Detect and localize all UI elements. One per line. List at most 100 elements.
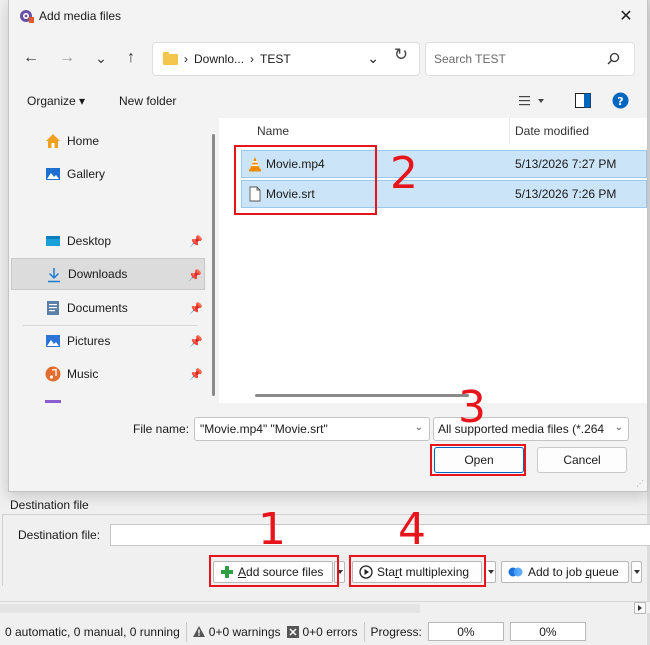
scroll-right-button[interactable] <box>634 602 646 614</box>
pin-icon[interactable]: 📌 <box>188 269 202 282</box>
address-dropdown-icon[interactable]: ⌄ <box>367 50 379 67</box>
view-options-icon[interactable] <box>519 96 545 106</box>
column-header-name[interactable]: Name <box>257 124 289 138</box>
column-separator[interactable] <box>509 118 510 144</box>
sidebar-item-label: Home <box>67 134 100 148</box>
sidebar-item-label: Music <box>67 367 99 381</box>
back-button[interactable]: ← <box>21 48 41 68</box>
breadcrumb-separator: › <box>250 52 255 66</box>
file-list-scrollbar[interactable] <box>255 394 469 397</box>
pin-icon[interactable]: 📌 <box>189 302 203 315</box>
close-icon: ✕ <box>619 8 633 25</box>
music-icon <box>45 366 61 382</box>
refresh-button[interactable]: ↻ <box>391 45 411 65</box>
close-button[interactable]: ✕ <box>615 5 637 27</box>
annotation-number-2: 2 <box>390 148 418 199</box>
file-name-input[interactable]: "Movie.mp4" "Movie.srt" ⌄ <box>194 417 430 441</box>
home-icon <box>46 134 60 148</box>
warnings-count: 0+0 warnings <box>208 624 281 639</box>
sidebar-item-music[interactable]: Music 📌 <box>11 358 205 390</box>
back-arrow-icon: ← <box>23 49 39 66</box>
pin-icon[interactable]: 📌 <box>189 235 203 248</box>
chevron-down-icon: ⌄ <box>95 49 107 66</box>
pictures-icon <box>46 335 60 347</box>
forward-arrow-icon: → <box>59 49 75 66</box>
cancel-button[interactable]: Cancel <box>537 447 627 473</box>
progress-label: Progress: <box>370 624 422 639</box>
folder-icon <box>163 51 178 65</box>
address-bar[interactable]: › Downlo... › TEST ⌄ <box>152 42 420 76</box>
file-date: 5/13/2026 7:27 PM <box>515 157 617 171</box>
mkvtoolnix-app-icon <box>20 10 34 23</box>
chevron-right-icon <box>638 605 642 611</box>
desktop-icon <box>46 236 60 246</box>
help-icon[interactable]: ? <box>612 92 629 109</box>
videos-icon <box>45 400 61 403</box>
annotation-box-add-source-files <box>209 555 339 587</box>
errors-count: 0+0 errors <box>302 624 358 639</box>
navigation-row: ← → ⌄ ↑ › Downlo... › TEST ⌄ ↻ Search TE… <box>9 38 647 78</box>
annotation-number-3: 3 <box>458 382 486 433</box>
refresh-icon: ↻ <box>393 45 409 64</box>
chevron-down-icon <box>487 570 494 574</box>
annotation-box-selected-files <box>234 145 377 215</box>
file-date: 5/13/2026 7:26 PM <box>515 187 617 201</box>
warning-icon <box>192 626 205 637</box>
pin-icon[interactable]: 📌 <box>189 368 203 381</box>
sidebar-item-label: Documents <box>67 301 128 315</box>
destination-group-title: Destination file <box>10 498 91 512</box>
scrollbar-thumb[interactable] <box>0 604 420 613</box>
sidebar-item-label: Gallery <box>67 167 106 181</box>
sidebar-item-gallery[interactable]: Gallery <box>11 158 205 190</box>
svg-text:?: ? <box>617 95 623 108</box>
sidebar-item-downloads[interactable]: Downloads 📌 <box>11 258 205 290</box>
sidebar-item-desktop[interactable]: Desktop 📌 <box>11 225 205 257</box>
organize-menu[interactable]: Organize ▾ <box>27 94 85 108</box>
chevron-down-icon[interactable]: ⌄ <box>614 422 623 433</box>
breadcrumb-test[interactable]: TEST <box>260 52 291 66</box>
dialog-title: Add media files <box>39 9 122 23</box>
recent-locations-button[interactable]: ⌄ <box>91 48 111 68</box>
start-multiplexing-dropdown[interactable] <box>485 561 496 583</box>
status-divider <box>363 621 365 642</box>
sidebar-item-label: Desktop <box>67 234 112 248</box>
up-button[interactable]: ↑ <box>121 48 141 68</box>
total-progress: 0% <box>509 622 586 641</box>
horizontal-scrollbar[interactable] <box>0 601 650 614</box>
navigation-pane: Home Gallery Desktop 📌 Downloads 📌 Docum… <box>11 118 211 403</box>
file-name-label: File name: <box>133 422 190 436</box>
gallery-icon <box>46 168 60 180</box>
destination-group-border-left <box>2 514 3 586</box>
add-to-job-queue-dropdown[interactable] <box>631 561 642 583</box>
annotation-box-open-button <box>430 444 526 476</box>
preview-pane-icon[interactable] <box>575 93 591 108</box>
file-name-value: "Movie.mp4" "Movie.srt" <box>200 422 328 436</box>
status-divider <box>185 621 187 642</box>
documents-icon <box>47 301 59 315</box>
add-media-files-dialog: Add media files ✕ ← → ⌄ ↑ › Downlo... › … <box>8 0 648 492</box>
search-box[interactable]: Search TEST <box>425 42 635 76</box>
chevron-down-icon <box>633 570 640 574</box>
navigation-pane-scrollbar[interactable] <box>212 134 215 396</box>
sidebar-item-label: Pictures <box>67 334 111 348</box>
up-arrow-icon: ↑ <box>127 49 135 66</box>
current-progress: 0% <box>427 622 504 641</box>
column-header-date-modified[interactable]: Date modified <box>515 124 589 138</box>
status-bar: 0 automatic, 0 manual, 0 running 0+0 war… <box>0 618 650 645</box>
breadcrumb-separator: › <box>184 52 188 66</box>
sidebar-item-pictures[interactable]: Pictures 📌 <box>11 325 205 357</box>
new-folder-button[interactable]: New folder <box>119 94 176 108</box>
destination-file-input[interactable] <box>110 524 650 546</box>
sidebar-item-home[interactable]: Home <box>11 125 205 157</box>
download-icon <box>48 268 60 283</box>
breadcrumb-downloads[interactable]: Downlo... <box>194 52 244 66</box>
error-icon <box>286 625 299 638</box>
command-bar: Organize ▾ New folder ? <box>9 89 647 113</box>
sidebar-item-documents[interactable]: Documents 📌 <box>11 292 205 324</box>
annotation-number-4: 4 <box>398 504 426 555</box>
forward-button[interactable]: → <box>57 48 77 68</box>
chevron-down-icon[interactable]: ⌄ <box>415 422 423 433</box>
pin-icon[interactable]: 📌 <box>189 335 203 348</box>
add-to-job-queue-button[interactable]: Add to job queue <box>501 561 629 583</box>
resize-grip-icon[interactable]: ⋰ <box>636 480 644 488</box>
